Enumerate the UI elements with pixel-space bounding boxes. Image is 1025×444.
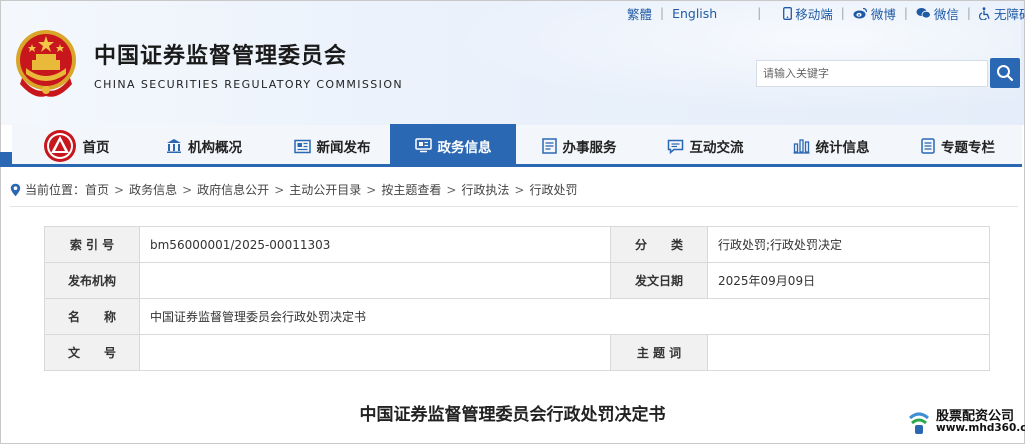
divider xyxy=(10,206,1018,207)
breadcrumb-item[interactable]: 按主题查看 xyxy=(381,181,441,198)
table-row: 索 引 号 bm56000001/2025-00011303 分 类 行政处罚;… xyxy=(44,226,990,263)
nav-label-government-info: 政务信息 xyxy=(437,139,492,156)
subject-value xyxy=(707,334,990,371)
nav-item-services[interactable]: 办事服务 xyxy=(516,125,642,167)
nav-item-about[interactable]: 机构概况 xyxy=(140,125,268,167)
search-box xyxy=(756,60,988,87)
separator: | xyxy=(903,6,908,20)
top-links: 繁體 | English | 移动端 | 微博 | 微信 | 无障碍 xyxy=(627,4,1025,22)
weibo-link-label: 微博 xyxy=(870,6,896,22)
watermark-logo-icon xyxy=(909,412,929,434)
site-title-english: CHINA SECURITIES REGULATORY COMMISSION xyxy=(94,78,404,91)
nav-label-statistics: 统计信息 xyxy=(815,140,870,156)
breadcrumb-separator: > xyxy=(514,182,525,197)
nav-label-interaction: 互动交流 xyxy=(689,140,744,156)
building-icon xyxy=(167,139,181,153)
nav-label-special: 专题专栏 xyxy=(941,140,995,156)
weibo-link[interactable]: 微博 xyxy=(853,4,896,23)
name-value: 中国证券监督管理委员会行政处罚决定书 xyxy=(139,298,990,335)
date-value: 2025年09月09日 xyxy=(707,262,990,299)
nav-item-interaction[interactable]: 互动交流 xyxy=(642,125,768,167)
wechat-link-label: 微信 xyxy=(933,6,959,22)
wechat-icon xyxy=(916,8,931,19)
table-row: 名 称 中国证券监督管理委员会行政处罚决定书 xyxy=(44,298,990,335)
separator: | xyxy=(660,6,665,20)
document-number-value xyxy=(139,334,611,371)
breadcrumb-separator: > xyxy=(274,182,285,197)
main-nav: 首页 机构概况 新闻发布 政务信息 办事服务 互动交流 统计信息 专题专栏 xyxy=(12,124,1022,167)
nav-label-services: 办事服务 xyxy=(562,140,617,156)
national-emblem-icon[interactable] xyxy=(12,28,80,98)
weibo-icon xyxy=(853,7,867,19)
publisher-label: 发布机构 xyxy=(44,262,140,299)
watermark-line-1: 股票配资公司 xyxy=(936,408,1015,424)
list-icon xyxy=(541,138,557,154)
breadcrumb-item[interactable]: 行政执法 xyxy=(461,181,509,198)
table-row: 文 号 主 题 词 xyxy=(44,334,990,371)
chat-icon xyxy=(667,139,683,154)
document-info-table: 索 引 号 bm56000001/2025-00011303 分 类 行政处罚;… xyxy=(44,226,990,371)
breadcrumb-separator: > xyxy=(446,182,457,197)
breadcrumb-item[interactable]: 行政处罚 xyxy=(529,181,577,198)
name-label: 名 称 xyxy=(44,298,140,335)
search-input[interactable] xyxy=(757,61,987,86)
date-label: 发文日期 xyxy=(610,262,708,299)
accessibility-link[interactable]: 无障碍 xyxy=(978,4,1025,23)
search-icon xyxy=(997,65,1014,82)
subject-label: 主 题 词 xyxy=(610,334,708,371)
index-label: 索 引 号 xyxy=(44,226,140,263)
separator: | xyxy=(757,6,762,20)
table-row: 发布机构 发文日期 2025年09月09日 xyxy=(44,262,990,299)
breadcrumb-item[interactable]: 政务信息 xyxy=(129,181,177,198)
location-pin-icon xyxy=(10,183,21,196)
nav-label-about: 机构概况 xyxy=(188,140,242,156)
nav-label-news: 新闻发布 xyxy=(316,140,371,156)
nav-label-home: 首页 xyxy=(82,140,110,156)
breadcrumb-separator: > xyxy=(114,182,125,197)
category-label: 分 类 xyxy=(610,226,708,263)
accessibility-icon xyxy=(978,6,990,20)
breadcrumb-item[interactable]: 政府信息公开 xyxy=(197,181,269,198)
document-title: 中国证券监督管理委员会行政处罚决定书 xyxy=(359,405,666,425)
watermark-line-2: www.mhd360.com xyxy=(936,422,1025,435)
document-icon xyxy=(921,138,935,154)
mobile-phone-icon xyxy=(783,6,793,20)
nav-item-home[interactable]: 首页 xyxy=(12,125,140,167)
site-title[interactable]: 中国证券监督管理委员会 xyxy=(94,38,347,70)
breadcrumb: 当前位置： 首页 > 政务信息 > 政府信息公开 > 主动公开目录 > 按主题查… xyxy=(10,181,578,198)
search-button[interactable] xyxy=(990,58,1020,88)
publisher-value xyxy=(139,262,611,299)
nav-item-special[interactable]: 专题专栏 xyxy=(894,125,1022,167)
traditional-chinese-link[interactable]: 繁體 xyxy=(627,4,652,23)
mobile-link-label: 移动端 xyxy=(795,6,833,22)
separator: | xyxy=(840,6,845,20)
nav-item-statistics[interactable]: 统计信息 xyxy=(768,125,894,167)
watermark: 股票配资公司 www.mhd360.com xyxy=(906,408,1025,436)
wechat-link[interactable]: 微信 xyxy=(916,4,959,23)
breadcrumb-prefix: 当前位置： xyxy=(25,183,86,197)
newspaper-icon xyxy=(293,139,311,153)
mobile-link[interactable]: 移动端 xyxy=(783,4,833,23)
nav-item-government-info[interactable]: 政务信息 xyxy=(390,124,516,167)
breadcrumb-separator: > xyxy=(182,182,193,197)
monitor-icon xyxy=(414,138,432,153)
index-value: bm56000001/2025-00011303 xyxy=(139,226,611,263)
english-link[interactable]: English xyxy=(672,6,717,21)
breadcrumb-item[interactable]: 主动公开目录 xyxy=(289,181,361,198)
document-number-label: 文 号 xyxy=(44,334,140,371)
breadcrumb-separator: > xyxy=(366,182,377,197)
nav-item-news[interactable]: 新闻发布 xyxy=(268,125,396,167)
breadcrumb-item[interactable]: 首页 xyxy=(85,181,109,198)
nav-left-accent xyxy=(0,152,12,167)
accessibility-link-label: 无障碍 xyxy=(993,6,1025,22)
category-value: 行政处罚;行政处罚决定 xyxy=(707,226,990,263)
csrc-emblem-icon xyxy=(43,130,76,162)
separator: | xyxy=(966,6,971,20)
bar-chart-icon xyxy=(793,139,809,154)
